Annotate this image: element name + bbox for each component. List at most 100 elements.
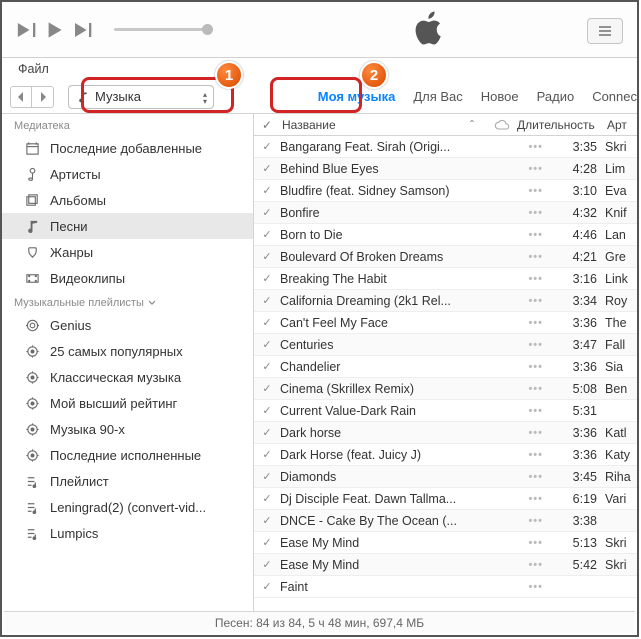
volume-slider[interactable] — [114, 28, 204, 31]
sidebar-item-label: Плейлист — [50, 474, 109, 489]
more-icon[interactable]: ••• — [522, 471, 549, 483]
more-icon[interactable]: ••• — [522, 207, 549, 219]
column-duration[interactable]: Длительность — [517, 118, 607, 132]
category-selector[interactable]: Музыка ▴▾ — [68, 85, 214, 109]
tab-my-music[interactable]: Моя музыка — [318, 85, 396, 108]
more-icon[interactable]: ••• — [522, 251, 549, 263]
sidebar-item-recently-played[interactable]: Последние исполненные — [2, 442, 253, 468]
song-name: Faint — [280, 580, 522, 594]
more-icon[interactable]: ••• — [522, 141, 549, 153]
more-icon[interactable]: ••• — [522, 295, 549, 307]
table-row[interactable]: ✓Ease My Mind•••5:42Skri — [254, 554, 637, 576]
callout-badge-2: 2 — [360, 61, 388, 89]
table-row[interactable]: ✓Diamonds•••3:45Riha — [254, 466, 637, 488]
nav-back-button[interactable] — [10, 86, 32, 108]
more-icon[interactable]: ••• — [522, 405, 549, 417]
table-row[interactable]: ✓Born to Die•••4:46Lan — [254, 224, 637, 246]
song-name: Boulevard Of Broken Dreams — [280, 250, 522, 264]
table-row[interactable]: ✓Cinema (Skrillex Remix)•••5:08Ben — [254, 378, 637, 400]
more-icon[interactable]: ••• — [522, 537, 549, 549]
song-name: Bangarang Feat. Sirah (Origi... — [280, 140, 522, 154]
table-row[interactable]: ✓California Dreaming (2k1 Rel...•••3:34R… — [254, 290, 637, 312]
more-icon[interactable]: ••• — [522, 273, 549, 285]
sidebar-item-label: Последние добавленные — [50, 141, 202, 156]
more-icon[interactable]: ••• — [522, 163, 549, 175]
table-row[interactable]: ✓Boulevard Of Broken Dreams•••4:21Gre — [254, 246, 637, 268]
sidebar-item-classical[interactable]: Классическая музыка — [2, 364, 253, 390]
sidebar-item-label: Классическая музыка — [50, 370, 181, 385]
sidebar-item-label: Жанры — [50, 245, 93, 260]
song-artist: Katy — [605, 448, 637, 462]
tab-radio[interactable]: Радио — [537, 85, 575, 108]
more-icon[interactable]: ••• — [522, 317, 549, 329]
sidebar-item-lumpics[interactable]: Lumpics — [2, 520, 253, 546]
play-button[interactable] — [40, 16, 68, 44]
sidebar-item-videos[interactable]: Видеоклипы — [2, 265, 253, 291]
more-icon[interactable]: ••• — [522, 427, 549, 439]
sort-asc-icon[interactable]: ˆ — [457, 118, 487, 132]
sidebar-item-recently-added[interactable]: Последние добавленные — [2, 135, 253, 161]
song-name: Bludfire (feat. Sidney Samson) — [280, 184, 522, 198]
table-row[interactable]: ✓Bangarang Feat. Sirah (Origi...•••3:35S… — [254, 136, 637, 158]
table-row[interactable]: ✓Behind Blue Eyes•••4:28Lim — [254, 158, 637, 180]
status-bar: Песен: 84 из 84, 5 ч 48 мин, 697,4 МБ — [4, 611, 635, 633]
check-icon: ✓ — [254, 206, 280, 219]
more-icon[interactable]: ••• — [522, 559, 549, 571]
song-artist: Ben — [605, 382, 637, 396]
table-row[interactable]: ✓Centuries•••3:47Fall — [254, 334, 637, 356]
check-icon: ✓ — [254, 580, 280, 593]
prev-track-button[interactable] — [12, 16, 40, 44]
more-icon[interactable]: ••• — [522, 515, 549, 527]
list-view-button[interactable] — [587, 18, 623, 44]
table-row[interactable]: ✓Breaking The Habit•••3:16Link — [254, 268, 637, 290]
nav-forward-button[interactable] — [32, 86, 54, 108]
sidebar-item-playlist[interactable]: Плейлист — [2, 468, 253, 494]
next-track-button[interactable] — [68, 16, 96, 44]
song-duration: 4:32 — [549, 206, 605, 220]
more-icon[interactable]: ••• — [522, 361, 549, 373]
sidebar-item-artists[interactable]: Артисты — [2, 161, 253, 187]
table-row[interactable]: ✓Ease My Mind•••5:13Skri — [254, 532, 637, 554]
table-row[interactable]: ✓Dj Disciple Feat. Dawn Tallma...•••6:19… — [254, 488, 637, 510]
table-row[interactable]: ✓Bonfire•••4:32Knif — [254, 202, 637, 224]
table-row[interactable]: ✓Dark horse•••3:36Katl — [254, 422, 637, 444]
sidebar-item-genius[interactable]: Genius — [2, 312, 253, 338]
table-row[interactable]: ✓Current Value-Dark Rain•••5:31 — [254, 400, 637, 422]
sidebar-item-my-top-rated[interactable]: Мой высший рейтинг — [2, 390, 253, 416]
tab-connect[interactable]: Connec — [592, 85, 637, 108]
recently-added-icon — [24, 140, 40, 156]
song-duration: 3:45 — [549, 470, 605, 484]
table-row[interactable]: ✓Can't Feel My Face•••3:36The — [254, 312, 637, 334]
song-duration: 3:34 — [549, 294, 605, 308]
column-cloud[interactable] — [487, 119, 517, 131]
sidebar-item-genres[interactable]: Жанры — [2, 239, 253, 265]
tab-new[interactable]: Новое — [481, 85, 519, 108]
sidebar-item-leningrad[interactable]: Leningrad(2) (convert-vid... — [2, 494, 253, 520]
table-row[interactable]: ✓Dark Horse (feat. Juicy J)•••3:36Katy — [254, 444, 637, 466]
column-check[interactable]: ✓ — [254, 118, 280, 132]
check-icon: ✓ — [254, 382, 280, 395]
more-icon[interactable]: ••• — [522, 493, 549, 505]
more-icon[interactable]: ••• — [522, 449, 549, 461]
recently-played-icon — [24, 447, 40, 463]
sidebar-item-albums[interactable]: Альбомы — [2, 187, 253, 213]
table-row[interactable]: ✓Chandelier•••3:36Sia — [254, 356, 637, 378]
song-duration: 3:38 — [549, 514, 605, 528]
more-icon[interactable]: ••• — [522, 229, 549, 241]
sidebar-item-top25[interactable]: 25 самых популярных — [2, 338, 253, 364]
more-icon[interactable]: ••• — [522, 185, 549, 197]
column-artist[interactable]: Арт — [607, 118, 637, 132]
table-row[interactable]: ✓Faint••• — [254, 576, 637, 598]
sidebar-section-playlists[interactable]: Музыкальные плейлисты — [2, 291, 253, 312]
song-duration: 3:36 — [549, 426, 605, 440]
tab-for-you[interactable]: Для Вас — [413, 85, 462, 108]
menu-file[interactable]: Файл — [18, 62, 49, 76]
more-icon[interactable]: ••• — [522, 339, 549, 351]
more-icon[interactable]: ••• — [522, 581, 549, 593]
table-row[interactable]: ✓DNCE - Cake By The Ocean (...•••3:38 — [254, 510, 637, 532]
more-icon[interactable]: ••• — [522, 383, 549, 395]
sidebar-item-90s[interactable]: Музыка 90-х — [2, 416, 253, 442]
sidebar-item-songs[interactable]: Песни — [2, 213, 253, 239]
table-row[interactable]: ✓Bludfire (feat. Sidney Samson)•••3:10Ev… — [254, 180, 637, 202]
column-name[interactable]: Название — [280, 118, 457, 132]
